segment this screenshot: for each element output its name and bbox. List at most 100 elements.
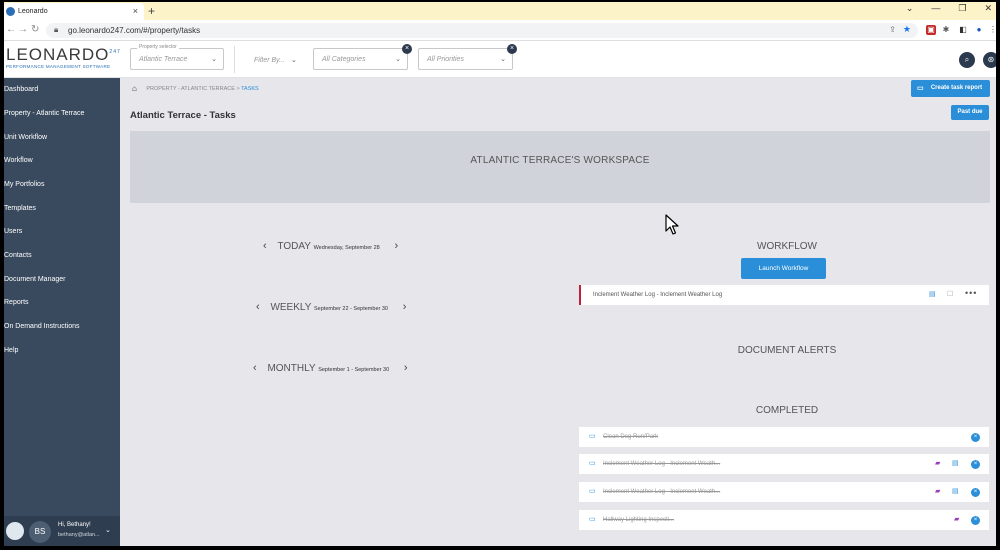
new-tab-button[interactable]: + bbox=[148, 4, 155, 18]
browser-menu-icon[interactable]: ⋮ bbox=[988, 25, 996, 35]
close-circle-icon[interactable]: × bbox=[971, 460, 980, 469]
user-initials-avatar: BS bbox=[29, 521, 51, 543]
priorities-value: All Priorities bbox=[427, 56, 464, 63]
chevron-down-icon: ⌄ bbox=[500, 56, 506, 63]
back-arrow-icon[interactable]: ← bbox=[6, 24, 16, 35]
lock-icon: 🔒︎ bbox=[54, 25, 59, 34]
comment-icon[interactable]: ▰ bbox=[954, 515, 959, 523]
sidebar-item-unit-workflow[interactable]: Unit Workflow bbox=[4, 134, 47, 141]
sidebar-item-property[interactable]: Property - Atlantic Terrace bbox=[4, 110, 84, 117]
sidebar-item-my-portfolios[interactable]: My Portfolios bbox=[4, 181, 44, 188]
weekly-label: WEEKLY bbox=[270, 302, 312, 313]
sidebar-item-help[interactable]: Help bbox=[4, 347, 18, 354]
reload-icon[interactable]: ↻ bbox=[31, 24, 39, 35]
leonardo-logo[interactable]: LEONARDO247 PERFORMANCE MANAGEMENT SOFTW… bbox=[6, 45, 121, 69]
document-list-icon[interactable]: ▤ bbox=[929, 290, 936, 298]
completed-item[interactable]: ▭ Hallway Lighting Inspecti... ▰ × bbox=[579, 510, 989, 530]
completed-item-title: Hallway Lighting Inspecti... bbox=[603, 517, 675, 523]
profile-icon[interactable]: ● bbox=[974, 25, 984, 35]
more-options-icon[interactable]: ••• bbox=[965, 288, 977, 298]
workflow-item[interactable]: Inclement Weather Log - Inclement Weathe… bbox=[579, 285, 989, 305]
completed-item[interactable]: ▭ Inclement Weather Log - Inclement Weat… bbox=[579, 454, 989, 474]
breadcrumb-property[interactable]: PROPERTY - ATLANTIC TERRACE bbox=[146, 86, 235, 92]
chevron-right-icon[interactable]: › bbox=[395, 240, 399, 252]
workflow-heading: WORKFLOW bbox=[757, 241, 817, 252]
document-alerts-heading: DOCUMENT ALERTS bbox=[737, 345, 837, 356]
close-circle-icon[interactable]: × bbox=[971, 488, 980, 497]
sidebar-item-dashboard[interactable]: Dashboard bbox=[4, 86, 38, 93]
restore-button[interactable]: ❐ bbox=[958, 3, 966, 14]
bookmark-star-icon[interactable]: ★ bbox=[903, 24, 911, 35]
completed-item[interactable]: ▭ Inclement Weather Log - Inclement Weat… bbox=[579, 482, 989, 502]
completed-item-title: Clean Dog Run/Park bbox=[603, 434, 659, 440]
launch-workflow-button[interactable]: Launch Workflow bbox=[741, 258, 826, 279]
sidebar-item-contacts[interactable]: Contacts bbox=[4, 252, 32, 259]
chevron-left-icon[interactable]: ‹ bbox=[256, 301, 260, 313]
today-navigator: ‹ TODAY Wednesday, September 28 › bbox=[263, 240, 398, 252]
chevron-left-icon[interactable]: ‹ bbox=[253, 362, 257, 374]
categories-select[interactable]: All Categories ⌄ × bbox=[313, 44, 412, 70]
monitor-icon: ▭ bbox=[589, 460, 596, 467]
chevron-right-icon[interactable]: › bbox=[404, 362, 408, 374]
document-list-icon[interactable]: ▤ bbox=[952, 487, 959, 495]
browser-address-bar: ← → ↻ 🔒︎ go.leonardo247.com/#/property/t… bbox=[4, 20, 996, 41]
home-icon[interactable]: ⌂ bbox=[132, 84, 137, 93]
clear-priorities-icon[interactable]: × bbox=[507, 44, 517, 54]
close-circle-icon[interactable]: × bbox=[971, 516, 980, 525]
past-due-button[interactable]: Past due bbox=[951, 105, 989, 120]
url-text: go.leonardo247.com/#/property/tasks bbox=[68, 26, 201, 35]
chevron-down-icon: ⌄ bbox=[211, 56, 217, 63]
document-list-icon[interactable]: ▤ bbox=[952, 459, 959, 467]
share-icon[interactable]: ⇪ bbox=[889, 25, 896, 34]
workspace-banner: ATLANTIC TERRACE'S WORKSPACE bbox=[130, 131, 990, 203]
weekly-date: September 22 - September 30 bbox=[314, 306, 388, 312]
minimize-button[interactable]: — bbox=[931, 3, 940, 14]
completed-heading: COMPLETED bbox=[755, 405, 819, 416]
app-header: LEONARDO247 PERFORMANCE MANAGEMENT SOFTW… bbox=[4, 41, 996, 78]
sidebar-item-workflow[interactable]: Workflow bbox=[4, 157, 33, 164]
monthly-date: September 1 - September 30 bbox=[318, 367, 390, 373]
puzzle-extensions-icon[interactable]: ✱ bbox=[941, 25, 951, 35]
create-task-report-button[interactable]: ▭ Create task report bbox=[911, 80, 990, 97]
search-icon[interactable]: ⌕ bbox=[959, 52, 975, 68]
completed-item[interactable]: ▭ Clean Dog Run/Park × bbox=[579, 427, 989, 447]
tab-search-button[interactable]: ⌄ bbox=[906, 3, 914, 14]
window-controls: ⌄ — ❐ ✕ bbox=[906, 3, 992, 14]
user-menu[interactable]: BS Hi, Bethany! bethany@atlan... ⌄ bbox=[4, 516, 120, 546]
property-selector[interactable]: Property selector Atlantic Terrace ⌄ bbox=[130, 44, 224, 70]
browser-tab[interactable]: Leonardo × bbox=[4, 3, 144, 20]
today-label: TODAY bbox=[277, 241, 311, 252]
close-window-button[interactable]: ✕ bbox=[984, 3, 992, 14]
sidebar-item-users[interactable]: Users bbox=[4, 228, 22, 235]
property-selector-label: Property selector bbox=[137, 44, 179, 50]
chevron-right-icon[interactable]: › bbox=[403, 301, 407, 313]
checkbox-icon[interactable]: ☐ bbox=[947, 290, 953, 298]
logo-text: LEONARDO bbox=[6, 45, 110, 64]
clear-categories-icon[interactable]: × bbox=[402, 44, 412, 54]
extension-icon[interactable]: ▣ bbox=[926, 25, 936, 35]
sidebar: Dashboard Property - Atlantic Terrace Un… bbox=[4, 78, 120, 546]
url-field[interactable]: 🔒︎ go.leonardo247.com/#/property/tasks ⇪… bbox=[46, 23, 918, 38]
comment-icon[interactable]: ▰ bbox=[935, 487, 940, 495]
side-panel-icon[interactable]: ◧ bbox=[958, 25, 968, 35]
sidebar-item-reports[interactable]: Reports bbox=[4, 299, 29, 306]
chevron-down-icon: ⌄ bbox=[105, 527, 111, 534]
today-date: Wednesday, September 28 bbox=[313, 245, 380, 251]
close-circle-icon[interactable]: × bbox=[971, 433, 980, 442]
sidebar-item-templates[interactable]: Templates bbox=[4, 205, 36, 212]
priorities-select[interactable]: All Priorities ⌄ × bbox=[418, 44, 517, 70]
sidebar-item-document-manager[interactable]: Document Manager bbox=[4, 276, 65, 283]
page-title: Atlantic Terrace - Tasks bbox=[130, 110, 236, 121]
leonardo-favicon-icon bbox=[6, 7, 15, 16]
mouse-cursor-icon bbox=[665, 214, 679, 235]
chevron-left-icon[interactable]: ‹ bbox=[263, 240, 267, 252]
comment-icon[interactable]: ▰ bbox=[935, 459, 940, 467]
property-selector-value: Atlantic Terrace bbox=[139, 56, 188, 63]
create-task-report-label: Create task report bbox=[930, 85, 983, 91]
tab-close-icon[interactable]: × bbox=[133, 6, 138, 16]
cart-icon[interactable]: ⊛ bbox=[983, 52, 996, 68]
forward-arrow-icon[interactable]: → bbox=[18, 24, 28, 35]
sidebar-item-on-demand-instructions[interactable]: On Demand Instructions bbox=[4, 323, 79, 330]
filter-by-dropdown[interactable]: Filter By... ⌄ bbox=[254, 56, 297, 64]
monitor-icon: ▭ bbox=[589, 488, 596, 495]
